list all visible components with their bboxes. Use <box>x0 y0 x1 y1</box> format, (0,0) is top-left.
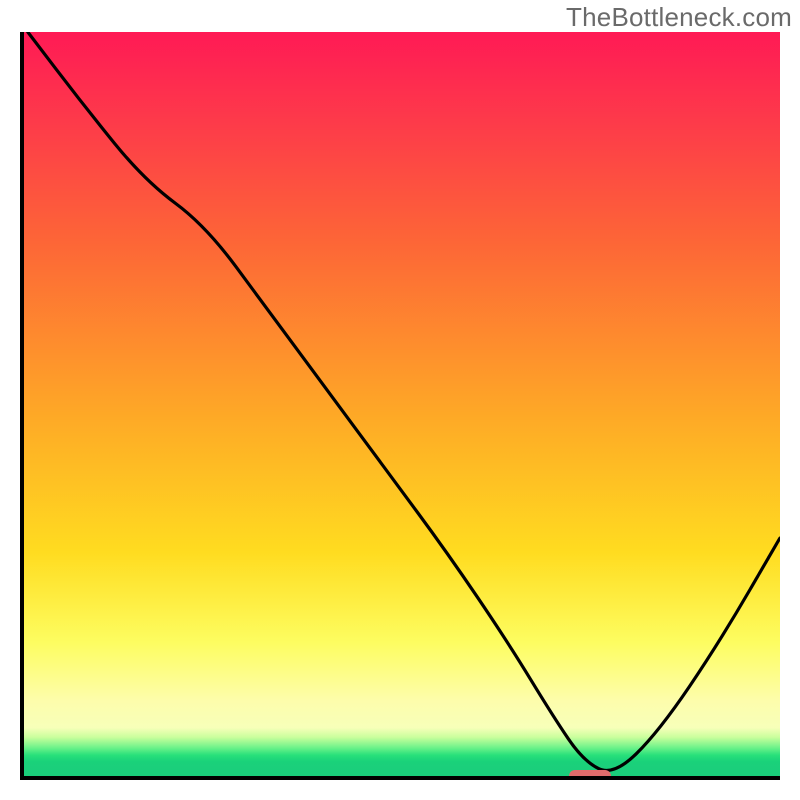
minimum-marker <box>569 770 612 780</box>
chart-frame: TheBottleneck.com <box>0 0 800 800</box>
chart-svg <box>24 32 780 776</box>
plot-area <box>20 32 780 780</box>
watermark-text: TheBottleneck.com <box>566 2 792 33</box>
bottleneck-curve <box>28 32 780 770</box>
